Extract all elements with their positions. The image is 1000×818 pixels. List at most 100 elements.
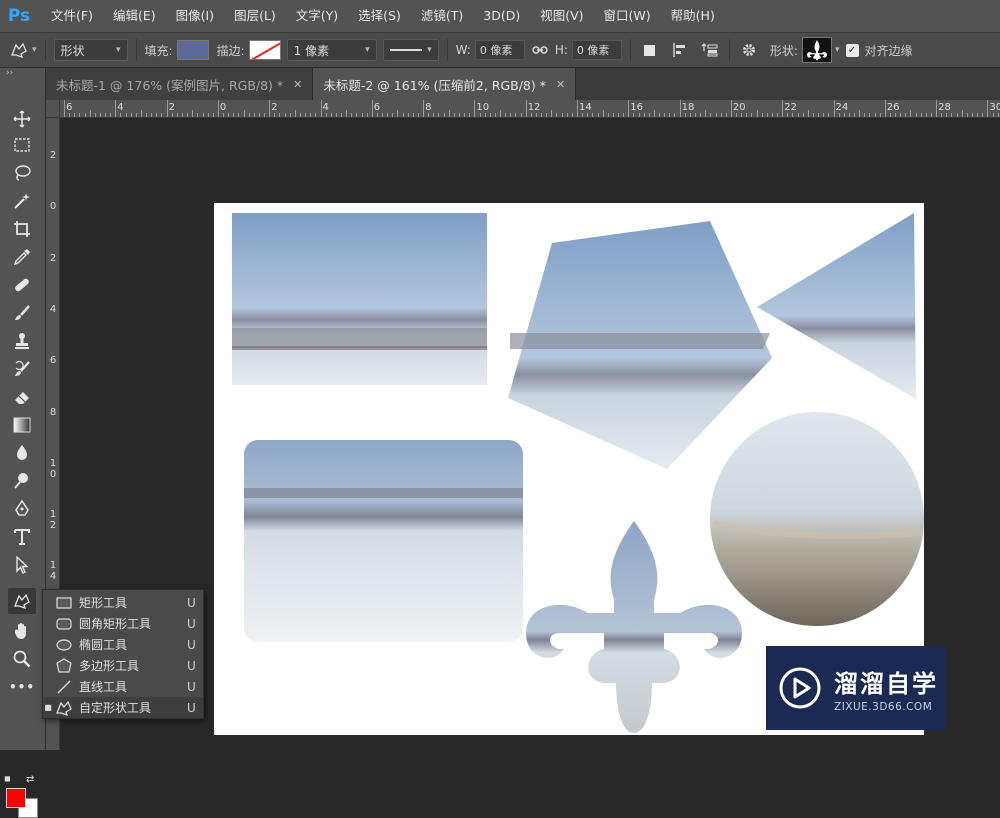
gradient-tool-icon[interactable] [8, 412, 36, 438]
pen-tool-icon[interactable] [8, 496, 36, 522]
width-input[interactable]: 0 像素 [474, 40, 525, 60]
path-selection-tool-icon[interactable] [8, 552, 36, 578]
custom-shape-tool-icon[interactable] [8, 588, 36, 614]
toolbar: ›› ••• ◼ ⇄ [0, 68, 46, 818]
rounded-rectangle-icon [53, 615, 75, 633]
menu-item[interactable]: 文字(Y) [289, 0, 345, 32]
horizontal-ruler[interactable]: 6 4 2 0 2 4 6 8 10 12 14 16 18 20 22 24 26 28 30 [60, 100, 1000, 118]
ruler-tick [874, 113, 876, 117]
ruler-tick [74, 113, 76, 117]
menu-item[interactable]: 图像(I) [169, 0, 221, 32]
ruler-tick [818, 113, 820, 117]
ruler-tick [751, 113, 753, 117]
history-brush-tool-icon[interactable] [8, 356, 36, 382]
menu-item[interactable]: 图层(L) [227, 0, 283, 32]
menu-item[interactable]: 文件(F) [44, 0, 100, 32]
path-arrangement-icon[interactable] [699, 39, 721, 61]
align-edges-checkbox[interactable]: ✓ [845, 43, 859, 57]
shortcut-key: U [187, 679, 196, 694]
move-tool-icon[interactable] [8, 106, 36, 132]
shape-picker[interactable] [801, 37, 832, 63]
ruler-tick-label: 2 [49, 252, 57, 264]
close-icon[interactable]: ✕ [293, 78, 302, 91]
stroke-width-field[interactable]: 1 像素 ▾ [286, 39, 377, 61]
hand-tool-icon[interactable] [8, 618, 36, 644]
flyout-item[interactable]: ■ 自定形状工具 U [43, 697, 203, 718]
triangle-photo[interactable] [757, 213, 916, 399]
magic-wand-tool-icon[interactable] [8, 188, 36, 214]
menu-item[interactable]: 编辑(E) [106, 0, 163, 32]
path-operations-icon[interactable] [639, 39, 661, 61]
type-tool-icon[interactable] [8, 524, 36, 550]
menu-item[interactable]: 视图(V) [533, 0, 590, 32]
ruler-tick [884, 100, 886, 117]
stroke-type-dropdown[interactable]: ▾ [382, 39, 439, 61]
mode-dropdown[interactable]: 形状 ▾ [53, 39, 128, 61]
ruler-tick [797, 113, 799, 117]
fleur-de-lis-photo[interactable] [526, 521, 742, 733]
flyout-item[interactable]: 圆角矩形工具 U [43, 613, 203, 634]
ruler-tick [448, 110, 450, 117]
chevron-down-icon[interactable]: ▾ [835, 45, 840, 55]
document-tab[interactable]: 未标题-1 @ 176% (案例图片, RGB/8) * ✕ [46, 68, 314, 100]
ruler-tick-label: 8 [49, 406, 57, 418]
collapse-toolbar-icon[interactable]: ›› [0, 68, 45, 82]
more-tools-icon[interactable]: ••• [8, 674, 36, 700]
height-input[interactable]: 0 像素 [571, 40, 622, 60]
path-alignment-icon[interactable] [669, 39, 691, 61]
clone-stamp-tool-icon[interactable] [8, 328, 36, 354]
ruler-tick [592, 113, 594, 117]
ruler-tick [212, 113, 214, 117]
ruler-tick [694, 113, 696, 117]
rounded-rectangle-photo[interactable] [244, 440, 523, 642]
ruler-tick-label: 24 [835, 102, 849, 113]
ruler-tick [577, 100, 578, 117]
link-icon[interactable] [529, 39, 551, 61]
chevron-down-icon: ▾ [427, 45, 432, 55]
ruler-tick [618, 113, 620, 117]
ruler-tick [992, 113, 994, 117]
menu-item[interactable]: 选择(S) [351, 0, 408, 32]
flyout-item[interactable]: 直线工具 U [43, 676, 203, 697]
ruler-origin[interactable] [46, 100, 60, 118]
eraser-tool-icon[interactable] [8, 384, 36, 410]
zoom-tool-icon[interactable] [8, 646, 36, 672]
marquee-tool-icon[interactable] [8, 132, 36, 158]
dodge-tool-icon[interactable] [8, 468, 36, 494]
ruler-tick [520, 113, 522, 117]
menu-item[interactable]: 3D(D) [476, 0, 527, 32]
flyout-item[interactable]: 椭圆工具 U [43, 634, 203, 655]
menu-item[interactable]: 滤镜(T) [414, 0, 470, 32]
custom-shape-tool-preset-icon[interactable] [8, 39, 30, 61]
ruler-tick [782, 100, 784, 117]
foreground-color-swatch[interactable] [6, 788, 26, 808]
fill-swatch[interactable] [176, 40, 209, 60]
document-tab[interactable]: 未标题-2 @ 161% (压缩前2, RGB/8) * ✕ [313, 68, 577, 100]
healing-brush-tool-icon[interactable] [8, 272, 36, 298]
eyedropper-tool-icon[interactable] [8, 244, 36, 270]
ruler-tick [515, 113, 517, 117]
blur-tool-icon[interactable] [8, 440, 36, 466]
flyout-item[interactable]: 多边形工具 U [43, 655, 203, 676]
brush-tool-icon[interactable] [8, 300, 36, 326]
menu-item[interactable]: 帮助(H) [664, 0, 722, 32]
ruler-tick [910, 110, 912, 117]
flyout-item[interactable]: 矩形工具 U [43, 592, 203, 613]
ruler-tick [633, 113, 635, 117]
ruler-tick [310, 113, 312, 117]
crop-tool-icon[interactable] [8, 216, 36, 242]
lasso-tool-icon[interactable] [8, 160, 36, 186]
swap-colors-icon[interactable]: ⇄ [26, 774, 34, 785]
default-colors-icon[interactable]: ◼ [4, 774, 11, 783]
rectangle-photo[interactable] [232, 213, 487, 385]
stroke-swatch[interactable] [248, 40, 281, 60]
ruler-tick-label: 6 [66, 102, 73, 113]
circle-photo[interactable] [710, 412, 924, 626]
ruler-tick [412, 113, 414, 117]
close-icon[interactable]: ✕ [556, 78, 565, 91]
menu-item[interactable]: 窗口(W) [597, 0, 658, 32]
ruler-tick [715, 113, 717, 117]
chevron-down-icon[interactable]: ▾ [32, 45, 37, 55]
ruler-tick [402, 113, 404, 117]
gear-icon[interactable] [738, 39, 760, 61]
